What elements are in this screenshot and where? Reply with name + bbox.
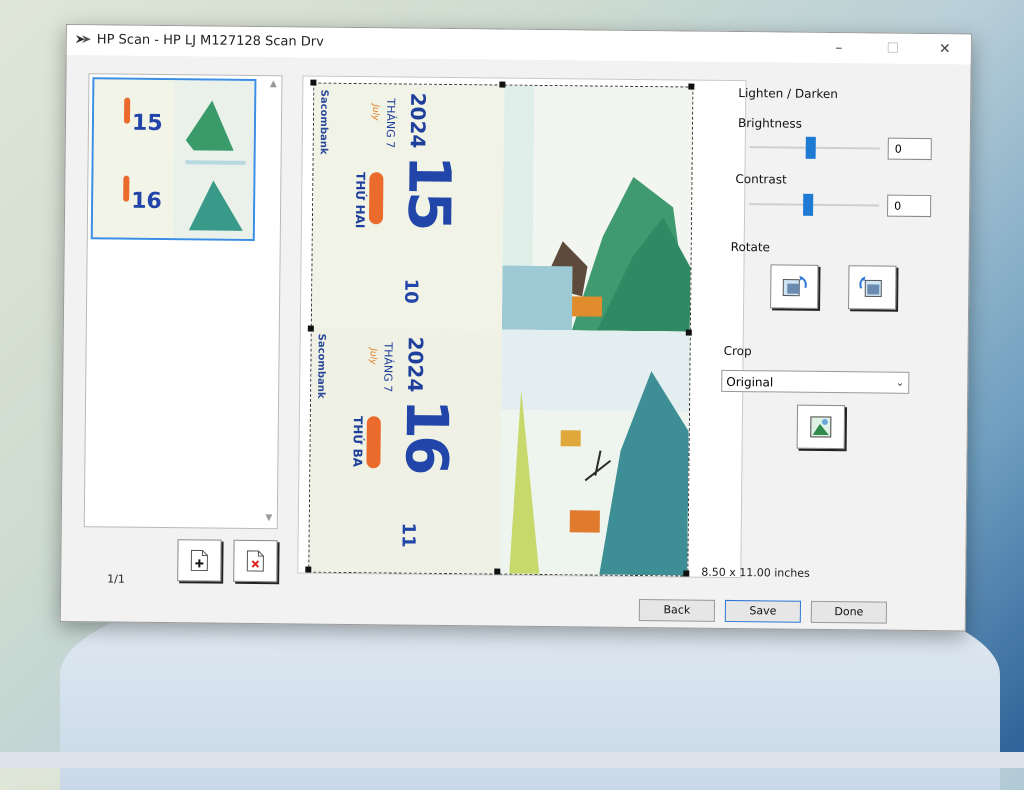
maximize-button[interactable]: ☐ (879, 38, 907, 60)
page-count: 1/1 (107, 572, 125, 586)
contrast-value-input[interactable]: 0 (887, 194, 932, 218)
title-bar: HP Scan - HP LJ M127128 Scan Drv – ☐ ✕ (66, 25, 971, 65)
crop-handle-right-middle[interactable] (685, 329, 692, 336)
rotate-left-icon (782, 275, 807, 297)
crop-handle-top-middle[interactable] (499, 81, 506, 88)
calendar-year: 2024 (403, 336, 428, 393)
landscape-illustration-bottom (499, 329, 690, 576)
bank-name: Sacombank (315, 333, 327, 399)
calendar-month-en: July (367, 348, 378, 365)
thumbnail-list[interactable]: 15 16 ▲ ▼ (83, 73, 283, 530)
scanned-page-top: Sacombank 2024 THÁNG 7 July THỨ HAI 15 1… (311, 83, 693, 332)
delete-page-button[interactable] (233, 539, 278, 583)
weekday-badge (366, 416, 381, 469)
weekday-badge (368, 172, 384, 225)
chevron-down-icon: ⌄ (895, 377, 905, 389)
lunar-day: 11 (397, 522, 419, 548)
weekday-label: THỨ HAI (352, 172, 368, 229)
brightness-label: Brightness (737, 116, 802, 131)
add-page-button[interactable] (177, 539, 222, 582)
brightness-value-input[interactable]: 0 (887, 137, 932, 161)
day-number: 15 (394, 154, 464, 228)
page-dimensions: 8.50 x 11.00 inches (701, 565, 810, 580)
crop-handle-top-left[interactable] (310, 79, 317, 86)
calendar-month: THÁNG 7 (383, 98, 398, 149)
crop-handle-bottom-middle[interactable] (494, 568, 501, 575)
crop-handle-bottom-right[interactable] (683, 570, 690, 577)
crop-button[interactable] (796, 404, 846, 450)
back-button[interactable]: Back (638, 599, 716, 622)
add-page-icon (190, 549, 208, 572)
calendar-panel-bottom: Sacombank 2024 THÁNG 7 July THỨ BA 16 11 (309, 328, 502, 574)
lighten-darken-label: Lighten / Darken (738, 86, 839, 102)
calendar-month-en: July (370, 104, 381, 121)
taskbar (0, 752, 1024, 768)
close-button[interactable]: ✕ (931, 38, 959, 60)
crop-handle-bottom-left[interactable] (305, 566, 312, 573)
bank-name: Sacombank (317, 89, 330, 155)
weekday-label: THỨ BA (350, 416, 365, 468)
done-button[interactable]: Done (810, 600, 887, 624)
delete-page-icon (246, 550, 264, 572)
landscape-illustration-top (501, 85, 693, 332)
hp-scan-window: HP Scan - HP LJ M127128 Scan Drv – ☐ ✕ 1… (59, 24, 972, 632)
scroll-down-arrow[interactable]: ▼ (263, 513, 275, 525)
crop-frame[interactable]: Sacombank 2024 THÁNG 7 July THỨ HAI 15 1… (308, 82, 694, 577)
page-thumbnail[interactable]: 15 16 (90, 77, 257, 241)
rotate-right-button[interactable] (848, 265, 897, 310)
calendar-month: THÁNG 7 (381, 342, 395, 393)
calendar-panel-top: Sacombank 2024 THÁNG 7 July THỨ HAI 15 1… (312, 84, 505, 330)
contrast-slider-track[interactable] (749, 203, 880, 207)
scanned-page-bottom: Sacombank 2024 THÁNG 7 July THỨ BA 16 11 (309, 327, 690, 576)
crop-handle-top-right[interactable] (688, 83, 695, 90)
minimize-button[interactable]: – (825, 37, 853, 59)
thumbnail-preview-image: 15 16 (92, 79, 255, 239)
brightness-slider-thumb[interactable] (805, 136, 816, 159)
save-button[interactable]: Save (724, 599, 802, 623)
lunar-day: 10 (400, 278, 422, 304)
calendar-year: 2024 (405, 92, 431, 149)
day-number: 16 (392, 398, 462, 472)
hp-scan-app-icon (75, 35, 91, 44)
rotate-left-button[interactable] (770, 264, 819, 309)
scan-preview[interactable]: Sacombank 2024 THÁNG 7 July THỨ HAI 15 1… (297, 75, 747, 579)
crop-select[interactable]: Original ⌄ (721, 369, 910, 394)
svg-text:15: 15 (132, 111, 163, 136)
crop-label: Crop (723, 343, 752, 359)
rotate-label: Rotate (730, 239, 771, 255)
contrast-slider-thumb[interactable] (803, 193, 814, 216)
crop-handle-left-middle[interactable] (307, 325, 314, 332)
scroll-up-arrow[interactable]: ▲ (267, 79, 279, 91)
svg-text:16: 16 (131, 189, 162, 214)
contrast-label: Contrast (735, 172, 787, 187)
window-title: HP Scan - HP LJ M127128 Scan Drv (96, 32, 324, 50)
crop-image-icon (810, 416, 832, 438)
rotate-right-icon (859, 276, 882, 298)
crop-selected-value: Original (726, 374, 774, 390)
